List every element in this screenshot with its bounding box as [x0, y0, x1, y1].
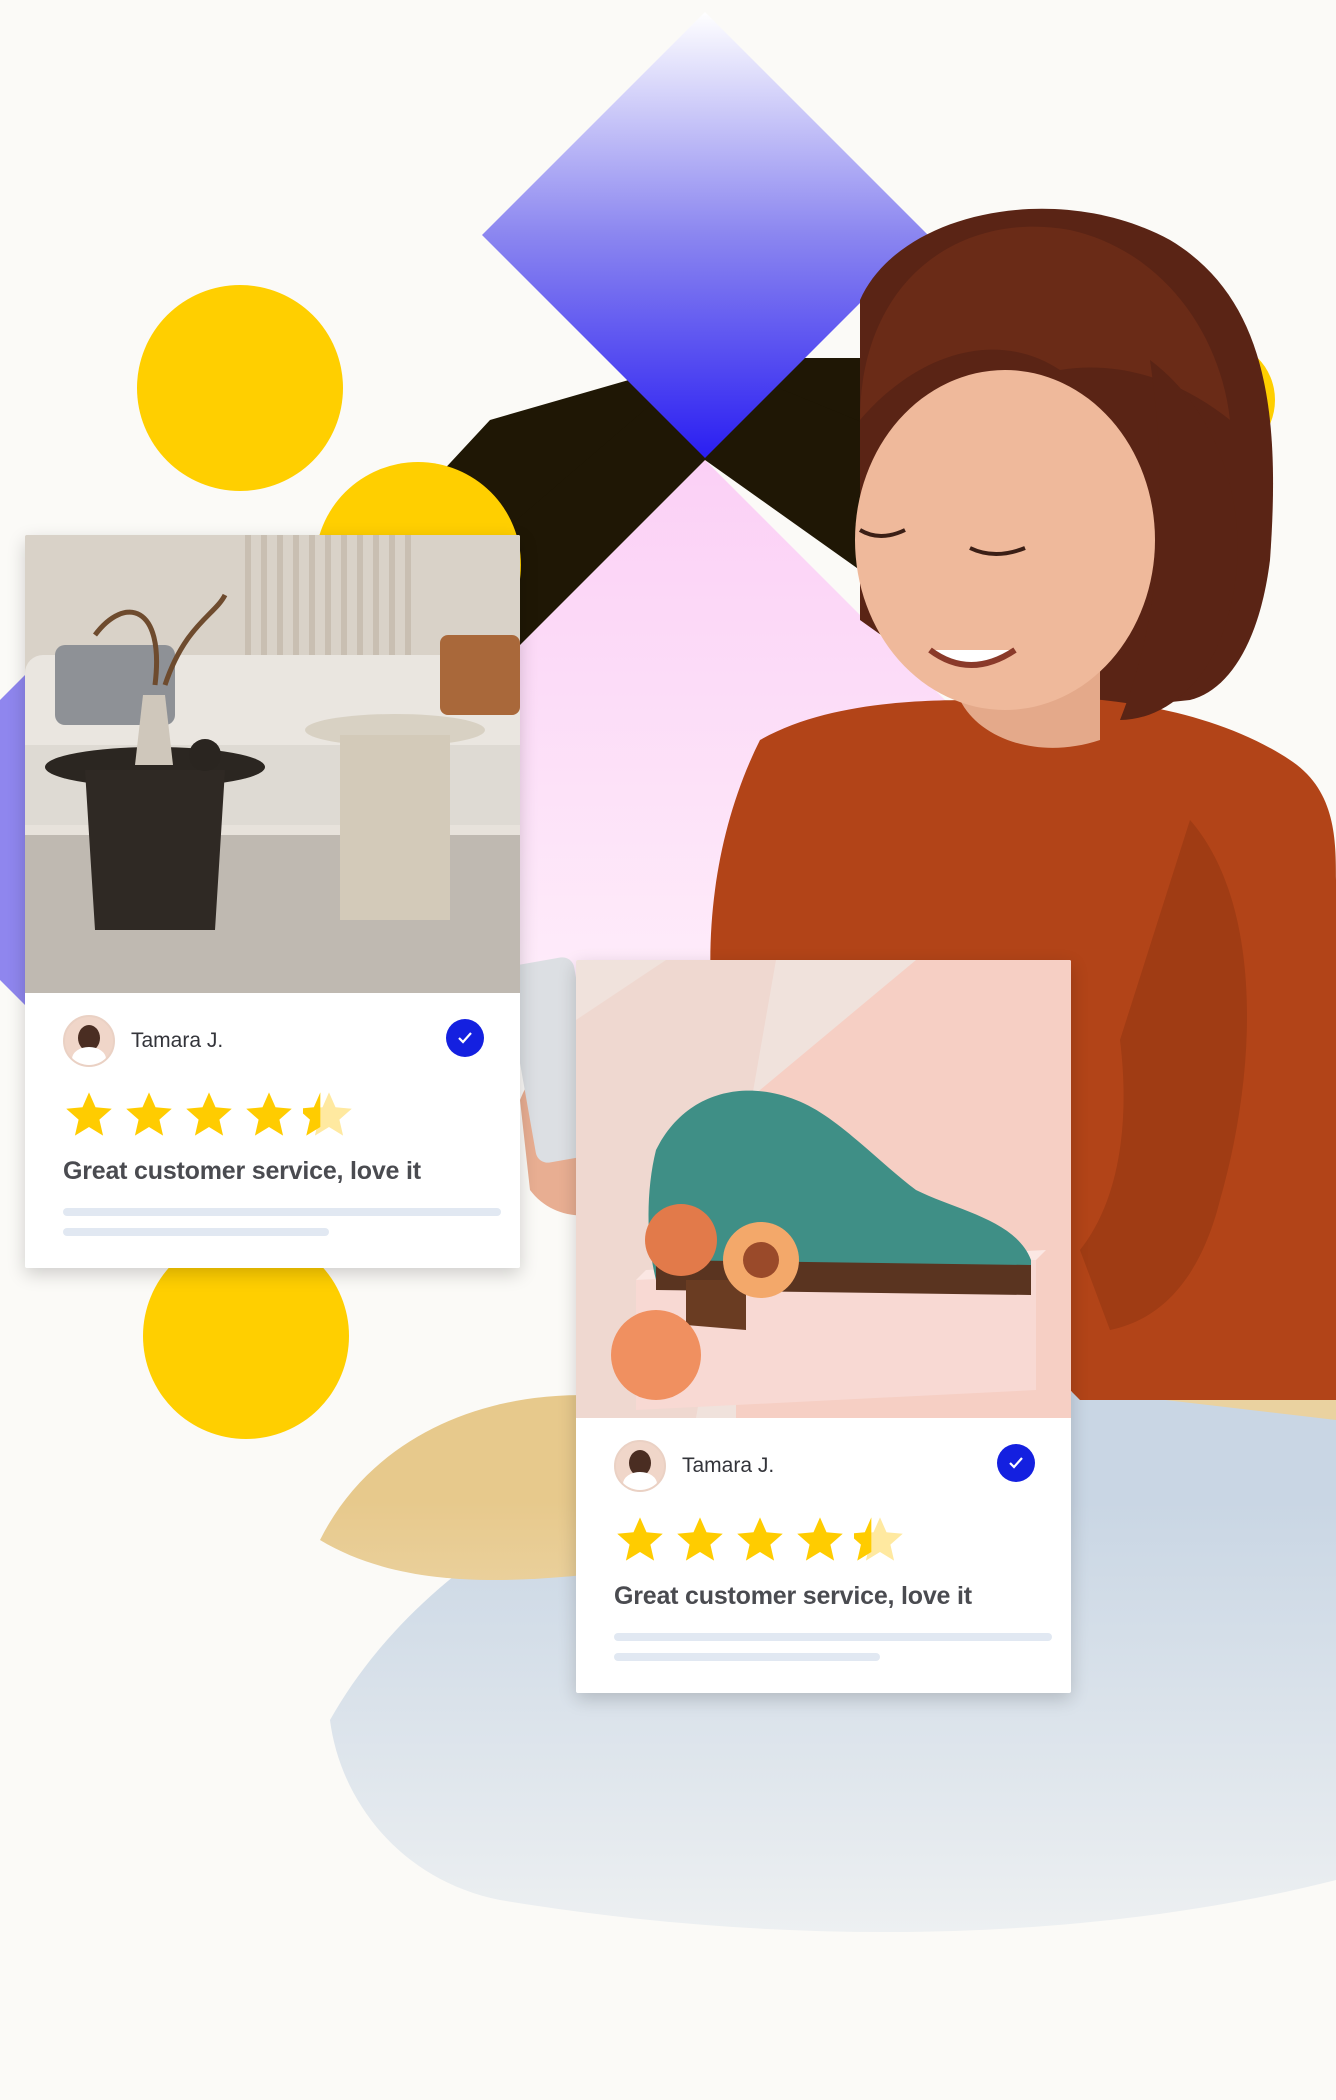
- placeholder-line: [63, 1208, 501, 1216]
- star-rating: [63, 1089, 486, 1139]
- product-image: [25, 535, 520, 993]
- star-icon: [66, 1092, 112, 1136]
- star-icon: [737, 1517, 783, 1561]
- placeholder-line: [63, 1228, 329, 1236]
- verified-check-icon: [997, 1444, 1035, 1482]
- review-text: Great customer service, love it: [614, 1582, 972, 1610]
- star-icon: [617, 1517, 663, 1561]
- star-rating: [614, 1514, 1037, 1564]
- verified-check-icon: [446, 1019, 484, 1057]
- product-image: [576, 960, 1071, 1418]
- reviewer-name: Tamara J.: [682, 1454, 775, 1477]
- placeholder-line: [614, 1653, 880, 1661]
- reviewer-avatar: [614, 1440, 666, 1492]
- placeholder-line: [614, 1633, 1052, 1641]
- half-star-icon: [303, 1092, 352, 1136]
- review-card: Tamara J. Great customer service, love i…: [25, 535, 520, 1268]
- review-text: Great customer service, love it: [63, 1157, 421, 1185]
- shoe-image: [576, 960, 1071, 1418]
- reviewer-row: Tamara J.: [63, 1015, 486, 1067]
- star-icon: [126, 1092, 172, 1136]
- star-icon: [186, 1092, 232, 1136]
- reviewer-name: Tamara J.: [131, 1029, 224, 1052]
- living-room-image: [25, 535, 520, 993]
- reviewer-row: Tamara J.: [614, 1440, 1037, 1492]
- review-body: Tamara J. Great customer service, love i…: [576, 1418, 1071, 1661]
- hero-illustration: Tamara J. Great customer service, love i…: [0, 0, 1336, 2100]
- star-icon: [246, 1092, 292, 1136]
- reviewer-avatar: [63, 1015, 115, 1067]
- star-icon: [797, 1517, 843, 1561]
- star-icon: [677, 1517, 723, 1561]
- review-body: Tamara J. Great customer service, love i…: [25, 993, 520, 1236]
- half-star-icon: [854, 1517, 903, 1561]
- review-card: Tamara J. Great customer service, love i…: [576, 960, 1071, 1693]
